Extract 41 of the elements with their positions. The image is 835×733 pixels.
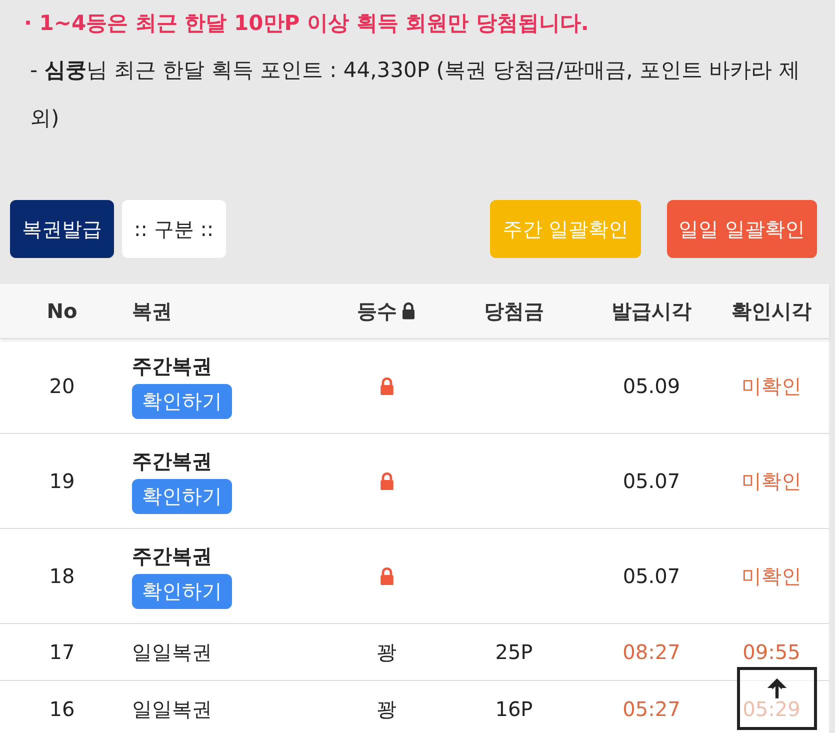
lottery-name: 주간복권: [132, 353, 212, 380]
table-cell: 09:55: [742, 640, 800, 664]
confirm-all-button[interactable]: 일일 일괄확인: [666, 200, 817, 258]
table-cell: 미확인: [742, 562, 802, 590]
category-select[interactable]: :: 구분 ::: [122, 200, 226, 258]
table-cell: 미확인: [742, 372, 802, 400]
lottery-name: 주간복권: [132, 448, 212, 475]
table-cell: 25P: [495, 640, 533, 664]
column-header: 복권: [131, 298, 173, 324]
column-header: 등수: [334, 298, 439, 324]
column-header: No: [46, 299, 78, 323]
notice-text: · 1~4등은 최근 한달 10만P 이상 획득 회원만 당첨됩니다.: [23, 10, 590, 37]
table-cell: 05.09: [622, 374, 680, 398]
table-cell: 20: [49, 374, 75, 398]
column-header: 발급시각: [610, 298, 692, 324]
table-cell: 16P: [495, 697, 533, 721]
table-cell: 16: [49, 697, 75, 721]
scroll-top-button[interactable]: [737, 667, 817, 730]
lottery-name: 일일복권: [132, 638, 212, 666]
lottery-name: 주간복권: [132, 543, 212, 570]
arrow-up-icon: [765, 676, 789, 700]
table-cell: 05:29: [742, 697, 800, 721]
table-cell: 꽝: [376, 638, 396, 666]
check-button[interactable]: 확인하기: [132, 479, 232, 514]
table-cell: 17: [49, 640, 75, 664]
table-cell: 05.07: [622, 564, 680, 588]
points-text: - 심쿵님 최근 한달 획득 포인트 : 44,330P (복권 당첨금/판매금, 포인트 바카라 제외): [29, 57, 801, 132]
table-cell: 미확인: [742, 468, 802, 494]
confirm-all-button[interactable]: 주간 일괄확인: [490, 200, 641, 258]
table-cell: 08:27: [622, 640, 680, 664]
table-cell: 18: [49, 564, 75, 588]
column-header: 확인시각: [730, 298, 812, 324]
table-cell: 05.07: [622, 469, 680, 493]
table-cell: 꽝: [376, 696, 396, 722]
table-cell: 19: [49, 469, 75, 493]
column-header: 당첨금: [483, 298, 545, 324]
table-cell: 05:27: [622, 697, 680, 721]
issue-button[interactable]: 복권발급: [10, 200, 114, 258]
check-button[interactable]: 확인하기: [132, 574, 232, 609]
check-button[interactable]: 확인하기: [132, 384, 232, 419]
lottery-name: 일일복권: [132, 696, 212, 722]
